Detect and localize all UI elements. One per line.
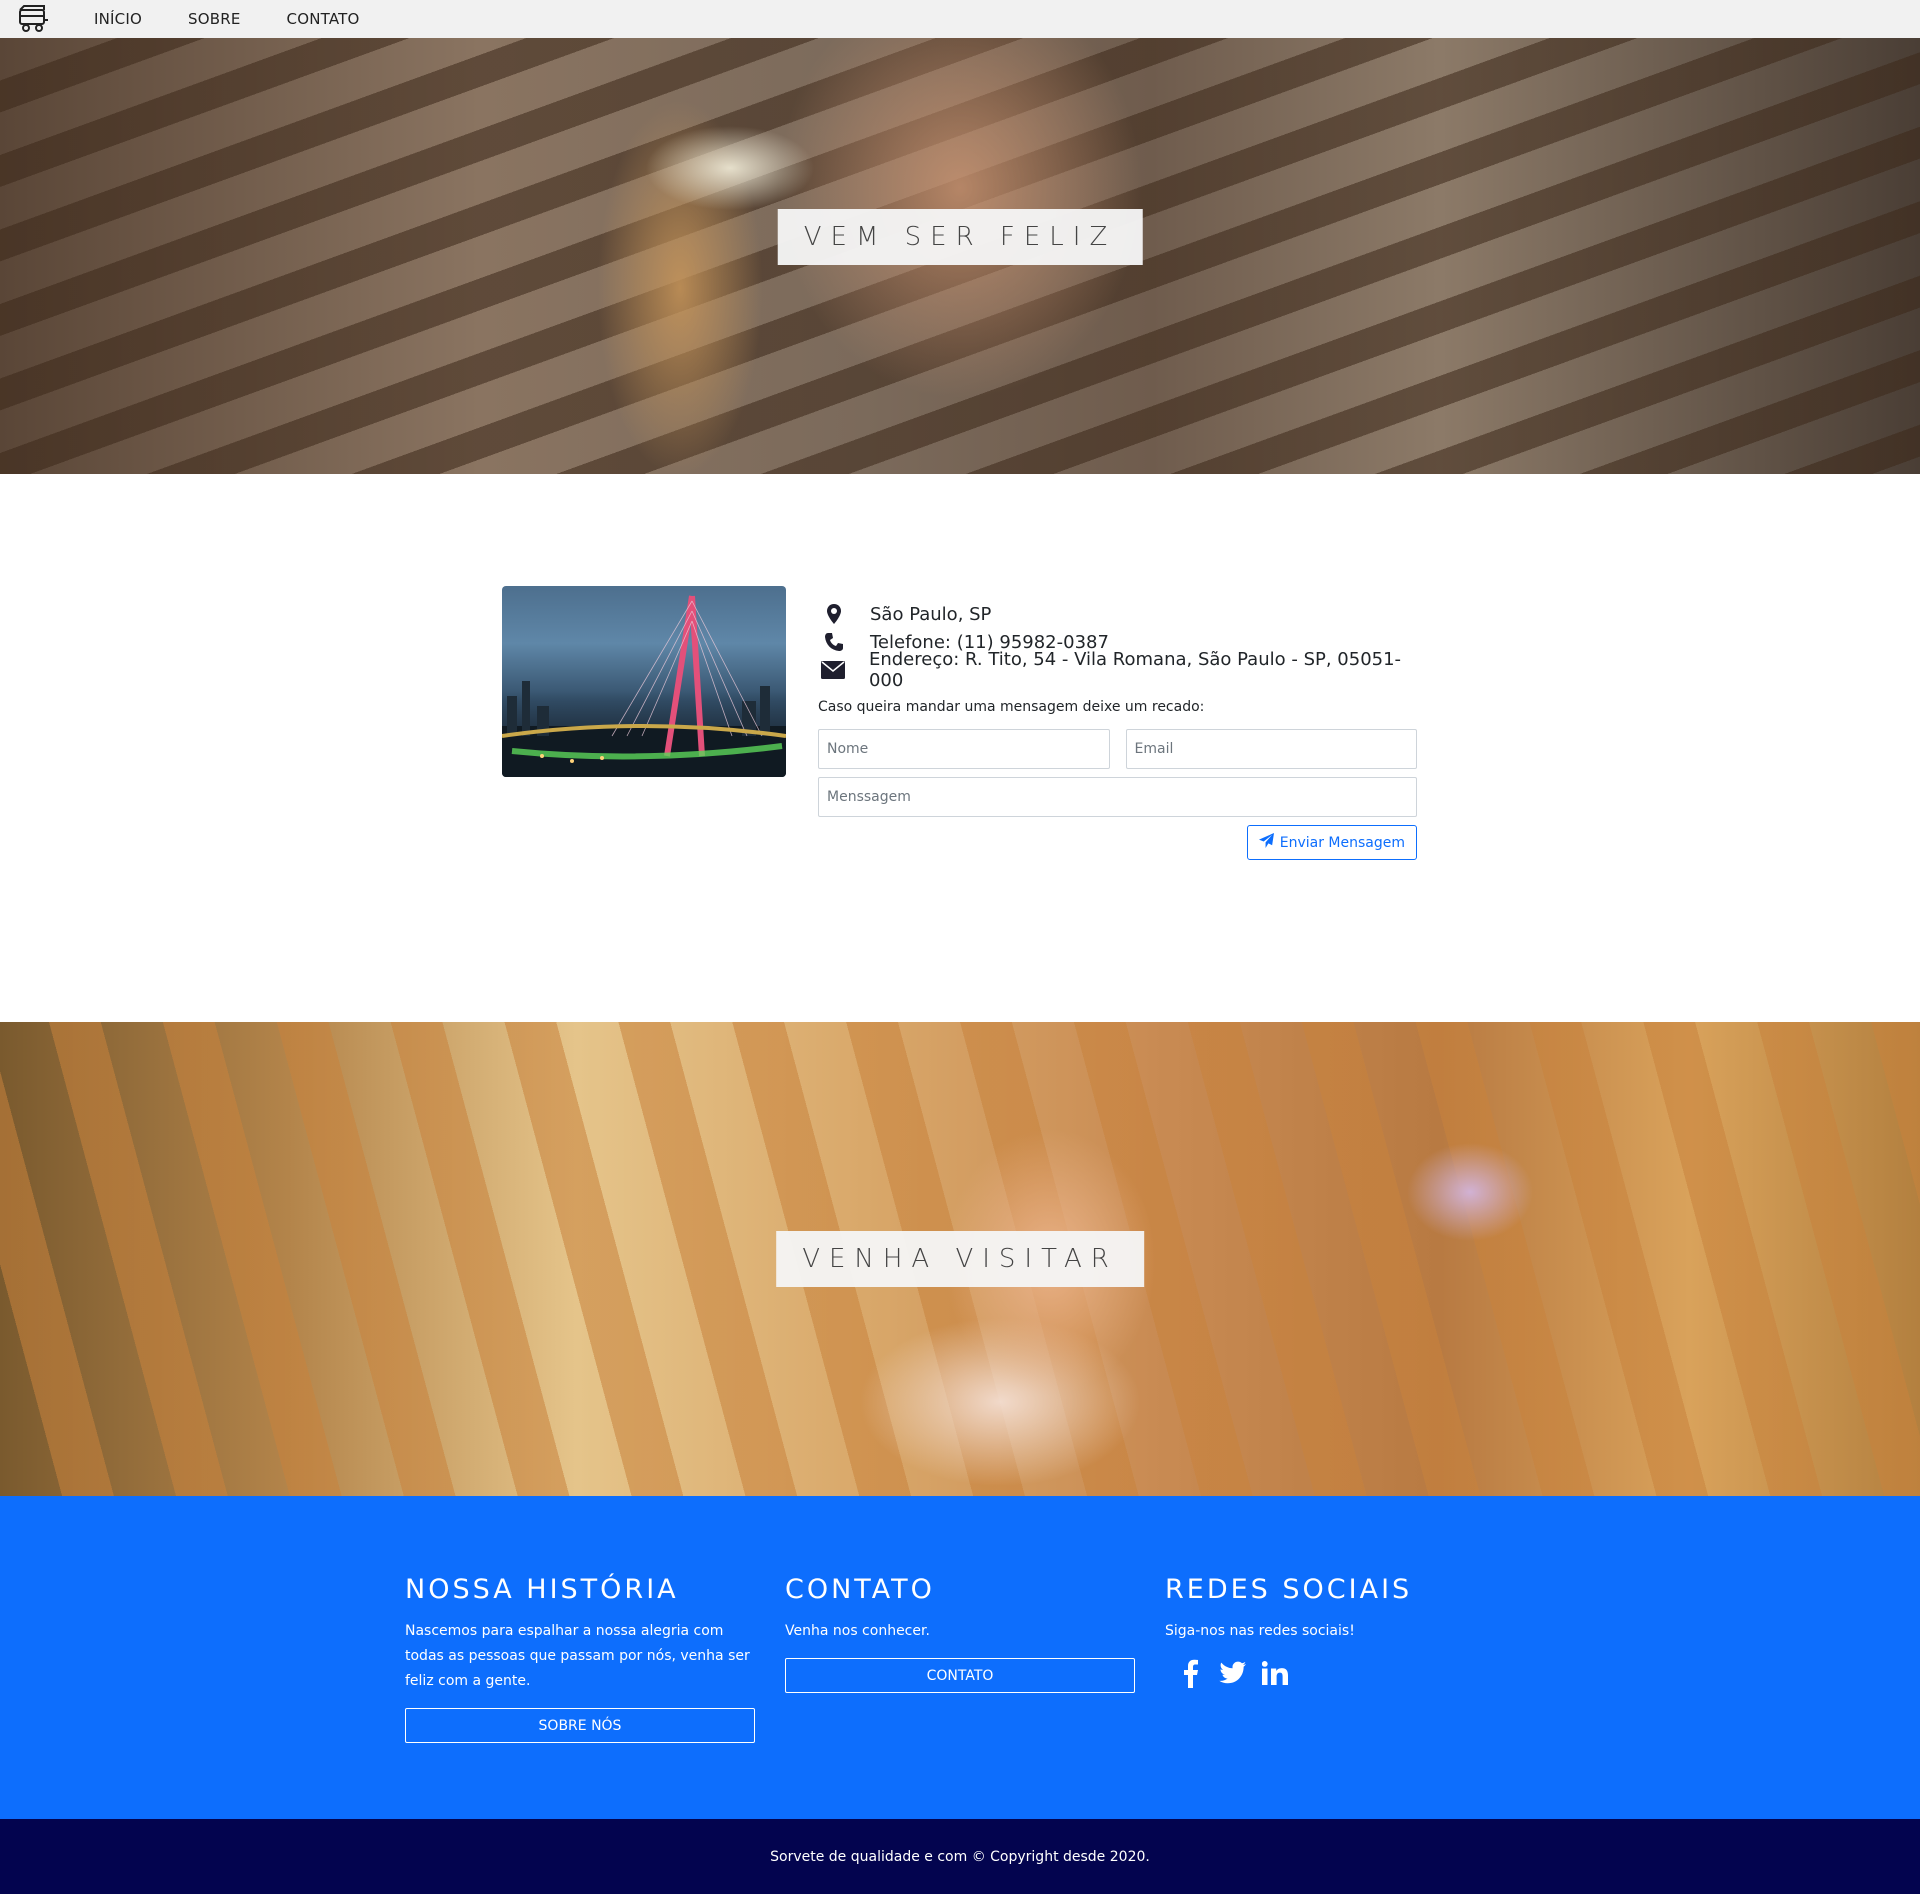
map-marker-icon xyxy=(818,602,850,626)
phone-icon xyxy=(818,630,850,654)
envelope-icon xyxy=(818,658,849,682)
paper-plane-icon xyxy=(1258,833,1274,852)
hero-caption-bottom: VENHA VISITAR xyxy=(776,1231,1144,1287)
city-photo xyxy=(502,586,786,777)
form-row xyxy=(818,729,1417,769)
social-icons xyxy=(1177,1658,1515,1688)
email-input[interactable] xyxy=(1125,729,1417,769)
message-input[interactable] xyxy=(818,777,1417,817)
address-text: Endereço: R. Tito, 54 - Vila Romana, São… xyxy=(868,649,1402,691)
copyright-bar: Sorvete de qualidade e com © Copyright d… xyxy=(0,1819,1920,1894)
nav-link-inicio[interactable]: INÍCIO xyxy=(94,10,142,28)
social-title: REDES SOCIAIS xyxy=(1165,1574,1413,1605)
ice-cream-cart-icon[interactable] xyxy=(16,3,50,35)
facebook-icon[interactable] xyxy=(1177,1658,1205,1688)
send-message-label: Enviar Mensagem xyxy=(1279,834,1405,851)
hero-banner-bottom: VENHA VISITAR xyxy=(0,1022,1920,1496)
hero-caption-top: VEM SER FELIZ xyxy=(777,209,1143,265)
message-instructions: Caso queira mandar uma mensagem deixe um… xyxy=(818,699,1205,715)
history-text: Nascemos para espalhar a nossa alegria c… xyxy=(405,1623,750,1689)
footer-contact-text: Venha nos conhecer. xyxy=(785,1623,930,1639)
info-address: Endereço: R. Tito, 54 - Vila Romana, São… xyxy=(818,649,1417,691)
contact-panel: São Paulo, SP Telefone: (11) 95982-0387 … xyxy=(818,600,1417,860)
nav-link-contato[interactable]: CONTATO xyxy=(287,10,360,28)
footer-main: NOSSA HISTÓRIA Nascemos para espalhar a … xyxy=(0,1496,1920,1819)
name-input[interactable] xyxy=(818,729,1110,769)
linkedin-icon[interactable] xyxy=(1261,1658,1289,1688)
social-text: Siga-nos nas redes sociais! xyxy=(1165,1623,1355,1639)
send-wrap: Enviar Mensagem xyxy=(818,825,1417,860)
history-title: NOSSA HISTÓRIA xyxy=(405,1574,679,1605)
footer-contact-title: CONTATO xyxy=(785,1574,935,1605)
hero-banner-top: VEM SER FELIZ xyxy=(0,38,1920,474)
twitter-icon[interactable] xyxy=(1219,1658,1247,1688)
info-city: São Paulo, SP xyxy=(818,600,1417,628)
footer-history: NOSSA HISTÓRIA Nascemos para espalhar a … xyxy=(405,1574,755,1743)
footer-social: REDES SOCIAIS Siga-nos nas redes sociais… xyxy=(1165,1574,1515,1688)
footer-contact-button[interactable]: CONTATO xyxy=(785,1658,1135,1693)
send-message-button[interactable]: Enviar Mensagem xyxy=(1246,825,1417,860)
city-text: São Paulo, SP xyxy=(870,603,992,625)
navbar: INÍCIO SOBRE CONTATO xyxy=(0,0,1920,38)
copyright-text: Sorvete de qualidade e com © Copyright d… xyxy=(770,1848,1150,1865)
form-row xyxy=(818,777,1417,817)
nav-link-sobre[interactable]: SOBRE xyxy=(188,10,241,28)
footer-contact: CONTATO Venha nos conhecer. CONTATO xyxy=(785,1574,1135,1693)
about-us-button[interactable]: SOBRE NÓS xyxy=(405,1708,755,1743)
